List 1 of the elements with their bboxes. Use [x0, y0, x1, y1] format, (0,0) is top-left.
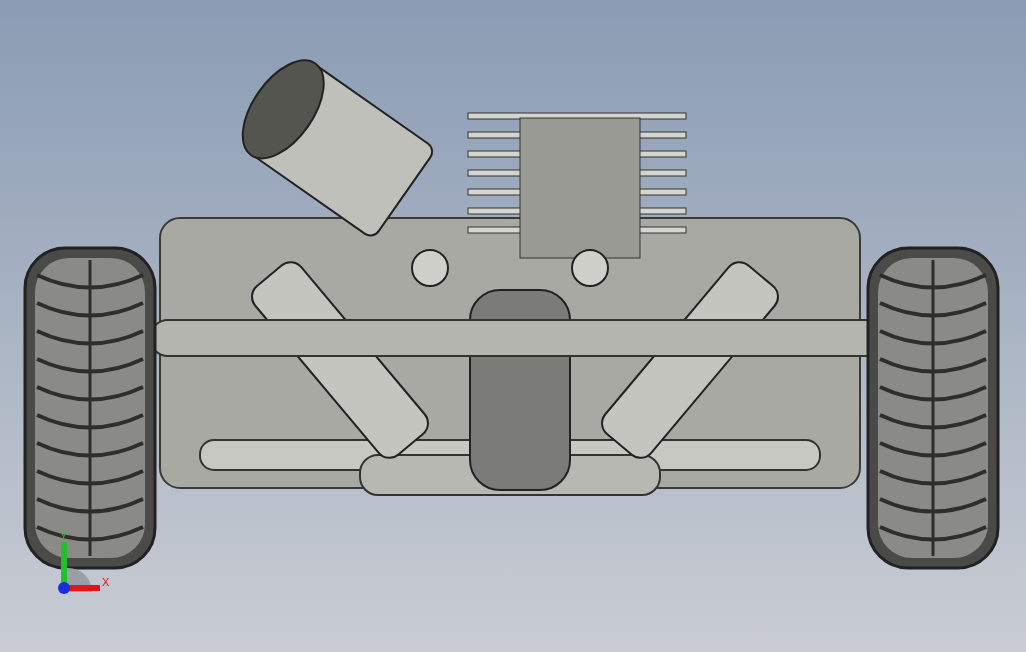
axis-label: X — [102, 576, 110, 588]
